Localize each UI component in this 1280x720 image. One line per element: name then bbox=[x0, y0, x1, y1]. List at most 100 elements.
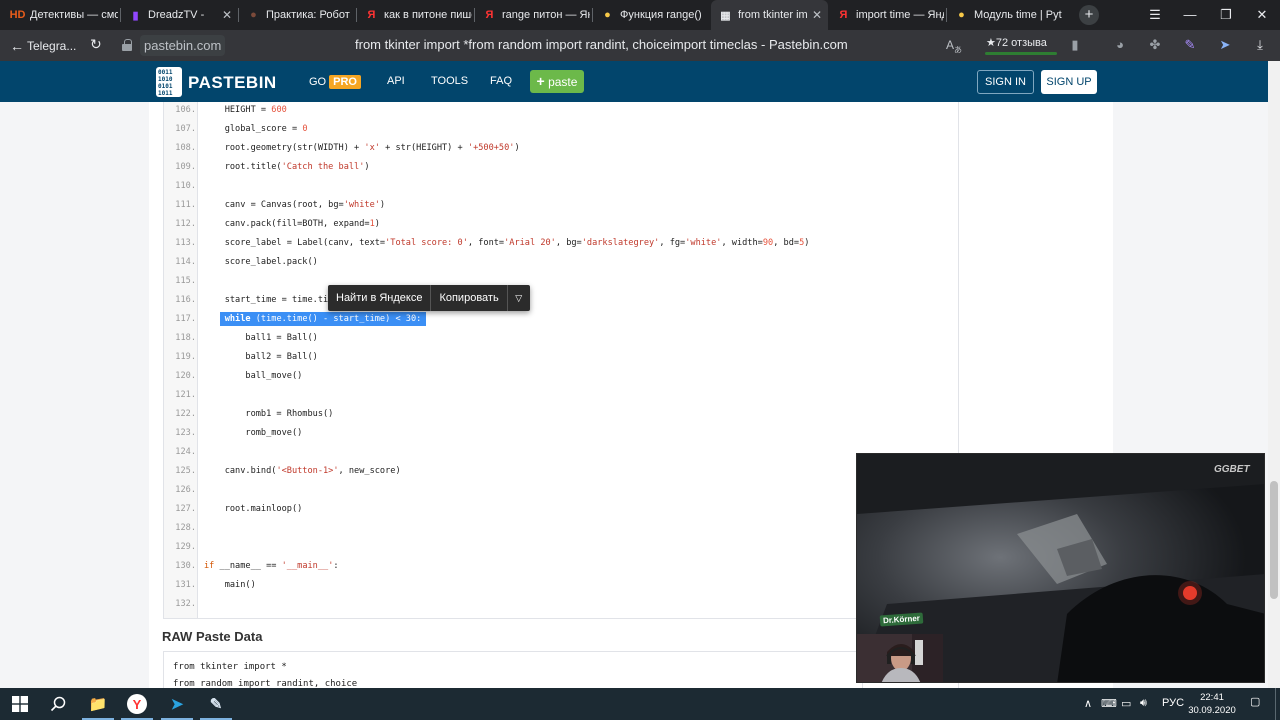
pen-extension-icon[interactable]: ✎ bbox=[1182, 37, 1198, 53]
code-line[interactable]: 106. HEIGHT = 600 bbox=[164, 101, 954, 120]
code-line[interactable]: 123. romb_move() bbox=[164, 424, 954, 443]
download-icon[interactable]: ⤓ bbox=[1252, 37, 1268, 53]
code-line[interactable]: 117. while (time.time() - start_time) < … bbox=[164, 310, 954, 329]
page-title[interactable]: from tkinter import *from random import … bbox=[355, 37, 848, 52]
url-domain[interactable]: pastebin.com bbox=[140, 35, 226, 56]
streamer-webcam bbox=[857, 634, 943, 682]
notification-icon[interactable]: ▢ bbox=[1250, 695, 1260, 708]
browser-tab[interactable]: ● Функция range() bbox=[593, 0, 710, 30]
selection-context-menu: Найти в Яндексе Копировать ▽ bbox=[328, 285, 530, 311]
browser-tab[interactable]: ● Модуль time | Python bbox=[947, 0, 1064, 30]
keyboard-icon[interactable]: ⌨ bbox=[1101, 697, 1117, 710]
restore-button[interactable]: ❐ bbox=[1208, 0, 1244, 30]
taskbar-notepad[interactable]: ✎ bbox=[196, 688, 236, 720]
code-line[interactable]: 114. score_label.pack() bbox=[164, 253, 954, 272]
browser-tab[interactable]: ● Практика: Робот bbox=[239, 0, 356, 30]
copy-menu-item[interactable]: Копировать bbox=[431, 285, 506, 311]
page-scrollbar[interactable] bbox=[1268, 61, 1280, 688]
send-extension-icon[interactable]: ➤ bbox=[1217, 37, 1233, 53]
raw-paste-textarea[interactable]: from tkinter import * from random import… bbox=[163, 651, 863, 688]
code-line[interactable]: 124. bbox=[164, 443, 954, 462]
code-panel: 106. HEIGHT = 600 107. global_score = 0 10… bbox=[163, 102, 959, 619]
line-number: 111. bbox=[175, 200, 196, 210]
taskbar-telegram[interactable]: ➤ bbox=[157, 688, 197, 720]
code-line[interactable]: 113. score_label = Label(canv, text='Tot… bbox=[164, 234, 954, 253]
line-number: 127. bbox=[175, 504, 196, 514]
code-line[interactable]: 132. bbox=[164, 595, 954, 614]
sign-in-button[interactable]: SIGN IN bbox=[977, 70, 1034, 94]
pastebin-logo-text[interactable]: PASTEBIN bbox=[188, 73, 277, 93]
search-button[interactable] bbox=[38, 688, 78, 720]
logo-bits: 0011 1010 0101 1011 bbox=[158, 69, 173, 97]
code-line[interactable]: 126. bbox=[164, 481, 954, 500]
browser-tab[interactable]: ▦ from tkinter import ✕ bbox=[711, 0, 828, 30]
taskbar-explorer[interactable]: 📁 bbox=[78, 688, 118, 720]
code-line[interactable]: 112. canv.pack(fill=BOTH, expand=1) bbox=[164, 215, 954, 234]
close-tab-icon[interactable]: ✕ bbox=[812, 8, 822, 22]
code-line[interactable]: 110. bbox=[164, 177, 954, 196]
browser-tab[interactable]: Якак в питоне пишется bbox=[357, 0, 474, 30]
code-line[interactable]: 131. main() bbox=[164, 576, 954, 595]
new-tab-button[interactable]: + bbox=[1079, 5, 1099, 25]
close-window-button[interactable]: ✕ bbox=[1244, 0, 1280, 30]
code-line[interactable]: 130. if __name__ == '__main__': bbox=[164, 557, 954, 576]
code-line[interactable]: 115. bbox=[164, 272, 954, 291]
browser-tab[interactable]: ▮ DreadzTV - ✕ bbox=[121, 0, 238, 30]
reviews-badge[interactable]: ★72 отзыва bbox=[981, 33, 1061, 58]
browser-menu-button[interactable]: ☰ bbox=[1137, 0, 1173, 30]
tab-title: from tkinter import bbox=[738, 9, 808, 21]
code-line[interactable]: 119. ball2 = Ball() bbox=[164, 348, 954, 367]
code-line[interactable]: 120. ball_move() bbox=[164, 367, 954, 386]
incognito-extension-icon[interactable]: ◕ bbox=[1112, 37, 1128, 53]
volume-icon[interactable]: 🔊︎ bbox=[1140, 697, 1147, 710]
back-button[interactable]: ← Telegra... bbox=[10, 38, 76, 54]
chevron-down-icon[interactable]: ▽ bbox=[508, 293, 530, 304]
lock-icon[interactable] bbox=[122, 39, 132, 51]
code-line[interactable]: 107. global_score = 0 bbox=[164, 120, 954, 139]
code-line[interactable]: 108. root.geometry(str(WIDTH) + 'x' + st… bbox=[164, 139, 954, 158]
taskbar-yandex-browser[interactable]: Y bbox=[117, 688, 157, 720]
minimize-button[interactable]: — bbox=[1172, 0, 1208, 30]
search-yandex-menu-item[interactable]: Найти в Яндексе bbox=[328, 285, 430, 311]
tray-overflow-chevron[interactable]: ∧ bbox=[1084, 697, 1092, 710]
code-line[interactable]: 118. ball1 = Ball() bbox=[164, 329, 954, 348]
code-line[interactable]: 128. bbox=[164, 519, 954, 538]
start-button[interactable] bbox=[0, 688, 40, 720]
scrollbar-thumb[interactable] bbox=[1270, 481, 1278, 599]
nav-api[interactable]: API bbox=[387, 75, 405, 87]
tab-title: Детективы — смотреть bbox=[30, 9, 118, 21]
close-tab-icon[interactable]: ✕ bbox=[222, 8, 232, 22]
pastebin-logo-icon[interactable]: 0011 1010 0101 1011 bbox=[156, 67, 182, 97]
translate-icon[interactable]: Aあ bbox=[946, 38, 962, 55]
code-line[interactable]: 129. bbox=[164, 538, 954, 557]
go-pro-link[interactable]: GO PRO bbox=[309, 75, 361, 89]
sign-up-button[interactable]: SIGN UP bbox=[1041, 70, 1097, 94]
nav-faq[interactable]: FAQ bbox=[490, 75, 512, 87]
go-label: GO bbox=[309, 76, 327, 88]
code-text: score_label = Label(canv, text='Total sc… bbox=[204, 238, 810, 248]
picture-in-picture-video[interactable]: GGBET Dr.Körner bbox=[856, 453, 1265, 683]
network-icon[interactable]: ▭ bbox=[1121, 697, 1131, 710]
code-line[interactable]: 122. romb1 = Rhombus() bbox=[164, 405, 954, 424]
code-line[interactable]: 127. root.mainloop() bbox=[164, 500, 954, 519]
browser-tab[interactable]: HD Детективы — смотреть bbox=[3, 0, 120, 30]
code-text: root.title('Catch the ball') bbox=[204, 162, 370, 172]
code-line[interactable]: 121. bbox=[164, 386, 954, 405]
nav-tools[interactable]: TOOLS bbox=[431, 75, 468, 87]
code-line[interactable]: 109. root.title('Catch the ball') bbox=[164, 158, 954, 177]
puzzle-extension-icon[interactable]: ✤ bbox=[1147, 37, 1163, 53]
paste-label: paste bbox=[548, 75, 578, 89]
browser-tab[interactable]: Яimport time — Яндекс bbox=[829, 0, 946, 30]
new-paste-button[interactable]: + paste bbox=[530, 70, 584, 93]
yandex-icon: Я bbox=[367, 9, 376, 21]
bookmark-icon[interactable]: ▮ bbox=[1067, 37, 1083, 53]
telegram-icon: ➤ bbox=[170, 696, 184, 713]
browser-tab[interactable]: Яrange питон — Яндекс bbox=[475, 0, 592, 30]
code-line[interactable]: 125. canv.bind('<Button-1>', new_score) bbox=[164, 462, 954, 481]
code-line[interactable]: 111. canv = Canvas(root, bg='white') bbox=[164, 196, 954, 215]
taskbar-clock[interactable]: 22:41 30.09.2020 bbox=[1185, 691, 1239, 717]
show-desktop-button[interactable] bbox=[1275, 688, 1276, 720]
input-language[interactable]: РУС bbox=[1162, 697, 1184, 709]
reload-icon[interactable]: ↻ bbox=[90, 36, 102, 53]
code-line[interactable]: 116. start_time = time.time() bbox=[164, 291, 954, 310]
